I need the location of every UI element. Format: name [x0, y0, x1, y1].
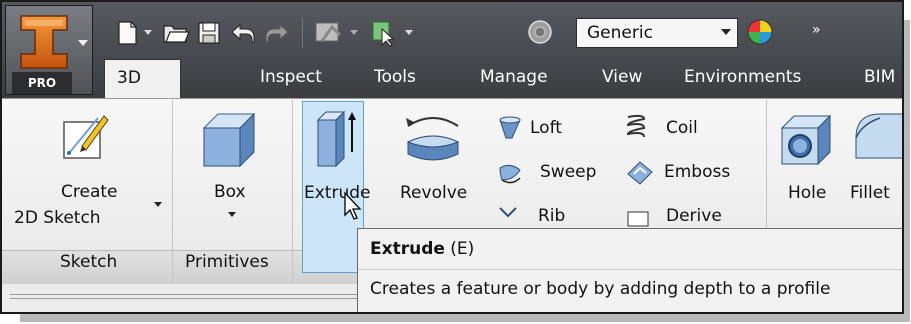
material-select[interactable]: Generic [576, 18, 738, 48]
create-sketch-label-2[interactable]: 2D Sketch [14, 208, 101, 228]
inventor-logo-icon [20, 15, 68, 69]
undo-icon[interactable] [230, 22, 256, 44]
tab-bim[interactable]: BIM [864, 59, 895, 98]
appearance-icon[interactable] [314, 19, 346, 47]
chevron-down-icon[interactable] [228, 212, 236, 217]
toolbar-separator [302, 18, 303, 48]
application-menu-button[interactable]: PRO [5, 5, 93, 95]
loft-icon[interactable] [496, 114, 524, 142]
tab-environments[interactable]: Environments [684, 59, 801, 98]
tab-inspect[interactable]: Inspect [260, 59, 322, 98]
tooltip-title-row: Extrude (E) [370, 239, 474, 259]
chevron-down-icon [78, 40, 88, 46]
sweep-icon[interactable] [496, 160, 524, 188]
chevron-down-icon[interactable] [405, 30, 413, 35]
tab-view[interactable]: View [602, 59, 642, 98]
panel-separator [292, 98, 293, 284]
box-label[interactable]: Box [214, 182, 246, 202]
derive-icon[interactable] [624, 206, 654, 228]
mouse-cursor-icon [344, 191, 362, 220]
fillet-icon[interactable] [852, 108, 904, 168]
tooltip-shortcut: (E) [450, 239, 475, 259]
emboss-icon[interactable] [624, 158, 654, 188]
chevron-down-icon[interactable] [154, 202, 162, 207]
divider [10, 294, 360, 295]
color-override-icon[interactable] [744, 16, 776, 48]
panel-label-sketch: Sketch [60, 252, 118, 272]
panel-label-primitives: Primitives [185, 252, 269, 272]
box-icon[interactable] [198, 110, 260, 168]
tooltip-description: Creates a feature or body by adding dept… [370, 279, 831, 299]
extrude-icon [316, 110, 356, 168]
tooltip: Extrude (E) Creates a feature or body by… [357, 228, 902, 312]
create-sketch-label-1[interactable]: Create [61, 182, 118, 202]
tab-tools[interactable]: Tools [374, 59, 416, 98]
hole-icon[interactable] [778, 112, 834, 168]
chevron-down-icon [721, 29, 731, 35]
coil-icon[interactable] [624, 112, 648, 142]
derive-label[interactable]: Derive [666, 206, 722, 226]
hole-label[interactable]: Hole [788, 183, 826, 203]
material-value: Generic [587, 23, 653, 43]
coil-label[interactable]: Coil [666, 118, 698, 138]
rib-label[interactable]: Rib [538, 206, 565, 226]
redo-icon[interactable] [264, 22, 290, 44]
emboss-label[interactable]: Emboss [664, 162, 730, 182]
revolve-label[interactable]: Revolve [400, 183, 467, 203]
new-file-icon[interactable] [114, 20, 140, 46]
open-folder-icon[interactable] [162, 21, 190, 45]
tab-3d-model[interactable]: 3D Model [104, 59, 182, 124]
save-icon[interactable] [196, 20, 222, 46]
revolve-icon[interactable] [402, 108, 464, 168]
divider [10, 298, 360, 299]
tooltip-title: Extrude [370, 239, 445, 259]
loft-label[interactable]: Loft [530, 118, 562, 138]
material-icon[interactable] [526, 18, 554, 46]
chevron-down-icon[interactable] [350, 30, 358, 35]
panel-separator [172, 98, 173, 284]
edition-badge: PRO [12, 72, 72, 94]
select-icon[interactable] [370, 19, 400, 47]
create-sketch-icon[interactable] [60, 110, 112, 162]
rib-icon[interactable] [496, 204, 524, 228]
more-tools-icon[interactable]: » [812, 22, 821, 38]
app-window: PRO Generic » 3D Model Inspect Tools Man… [0, 0, 904, 314]
tooltip-divider [358, 269, 902, 270]
sweep-label[interactable]: Sweep [540, 162, 596, 182]
tab-manage[interactable]: Manage [480, 59, 548, 98]
chevron-down-icon[interactable] [144, 30, 152, 35]
fillet-label[interactable]: Fillet [850, 183, 890, 203]
